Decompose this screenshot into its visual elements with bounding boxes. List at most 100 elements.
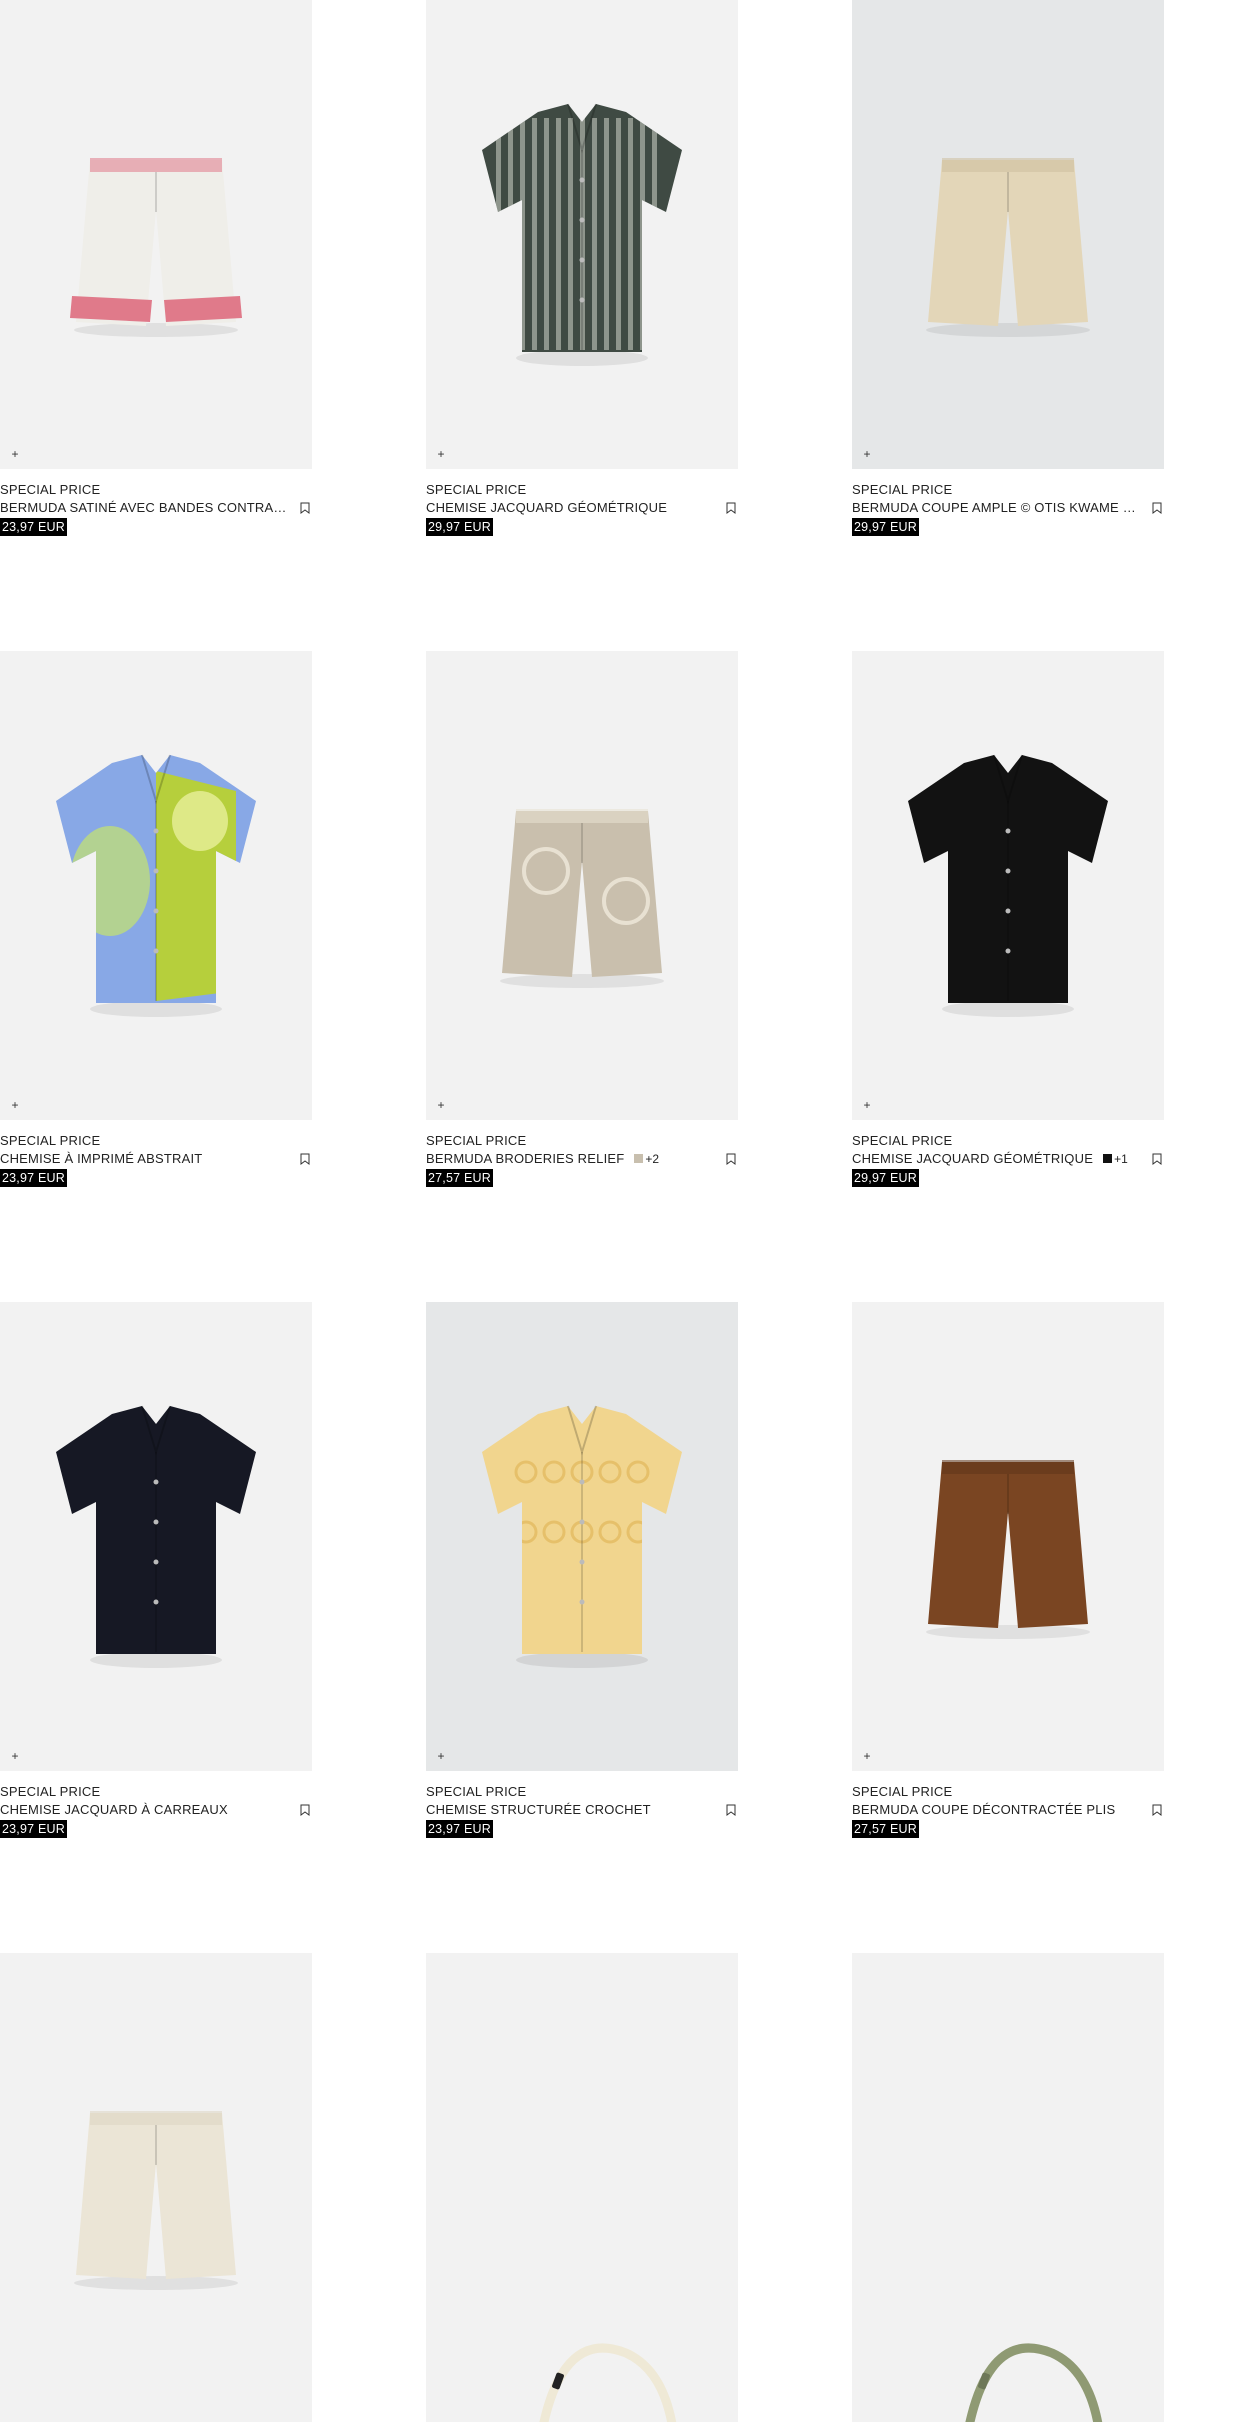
product-name-row: BERMUDA COUPE AMPLE © OTIS KWAME KYE QUA… xyxy=(852,498,1164,517)
product-name[interactable]: BERMUDA SATINÉ AVEC BANDES CONTRASTÉES xyxy=(0,499,290,516)
shorts-icon xyxy=(70,158,242,337)
shorts-icon xyxy=(926,1460,1090,1639)
product-name-row: BERMUDA BRODERIES RELIEF +2 xyxy=(426,1149,738,1168)
product-name[interactable]: BERMUDA COUPE DÉCONTRACTÉE PLIS xyxy=(852,1801,1115,1818)
product-card[interactable]: + SPECIAL PRICE CHEMISE JACQUARD GÉOMÉTRIQ… xyxy=(426,0,738,571)
product-name[interactable]: BERMUDA BRODERIES RELIEF xyxy=(426,1150,624,1167)
product-image[interactable]: + xyxy=(852,0,1164,469)
product-name[interactable]: BERMUDA COUPE AMPLE © OTIS KWAME KYE QUA… xyxy=(852,499,1142,516)
product-name-row: BERMUDA SATINÉ AVEC BANDES CONTRASTÉES xyxy=(0,498,312,517)
shirt-icon xyxy=(56,1405,256,1668)
product-price: 29,97 EUR xyxy=(852,1169,919,1187)
product-info: SPECIAL PRICE BERMUDA COUPE AMPLE © OTIS … xyxy=(852,469,1164,571)
promo-tag: SPECIAL PRICE xyxy=(852,1784,953,1799)
product-name-row: CHEMISE JACQUARD À CARREAUX xyxy=(0,1800,312,1819)
color-swatch[interactable] xyxy=(1103,1154,1113,1163)
promo-tag: SPECIAL PRICE xyxy=(852,482,953,497)
more-colors-count[interactable]: +2 xyxy=(645,1152,659,1166)
shorts-icon xyxy=(74,2111,238,2290)
product-card[interactable] xyxy=(852,1953,1164,2422)
product-name[interactable]: CHEMISE STRUCTURÉE CROCHET xyxy=(426,1801,651,1818)
product-card[interactable]: + SPECIAL PRICE CHEMISE À IMPRIMÉ ABSTRAIT… xyxy=(0,651,312,1222)
product-card[interactable] xyxy=(426,1953,738,2422)
plus-icon[interactable]: + xyxy=(8,447,22,461)
plus-icon[interactable]: + xyxy=(434,1749,448,1763)
promo-tag: SPECIAL PRICE xyxy=(0,1784,101,1799)
bookmark-icon[interactable] xyxy=(300,501,310,514)
shirt-icon xyxy=(56,754,256,1017)
plus-icon[interactable]: + xyxy=(434,1098,448,1112)
product-image[interactable]: + xyxy=(426,651,738,1120)
product-info: SPECIAL PRICE CHEMISE JACQUARD GÉOMÉTRIQU… xyxy=(852,1120,1164,1222)
product-info: SPECIAL PRICE BERMUDA SATINÉ AVEC BANDES … xyxy=(0,469,312,571)
bookmark-icon[interactable] xyxy=(726,501,736,514)
bookmark-icon[interactable] xyxy=(1152,1152,1162,1165)
bookmark-icon[interactable] xyxy=(1152,501,1162,514)
product-name-row: BERMUDA COUPE DÉCONTRACTÉE PLIS xyxy=(852,1800,1164,1819)
shorts-icon xyxy=(500,809,664,988)
promo-tag: SPECIAL PRICE xyxy=(426,1784,527,1799)
product-card[interactable]: + SPECIAL PRICE CHEMISE JACQUARD GÉOMÉTRIQ… xyxy=(852,651,1164,1222)
bookmark-icon[interactable] xyxy=(726,1152,736,1165)
bookmark-icon[interactable] xyxy=(726,1803,736,1816)
product-image[interactable]: + xyxy=(852,651,1164,1120)
plus-icon[interactable]: + xyxy=(860,1749,874,1763)
product-image[interactable]: + xyxy=(0,0,312,469)
bookmark-icon[interactable] xyxy=(300,1152,310,1165)
product-name[interactable]: CHEMISE JACQUARD GÉOMÉTRIQUE xyxy=(852,1150,1093,1167)
product-card[interactable]: + SPECIAL PRICE BERMUDA SATINÉ AVEC BANDES… xyxy=(0,0,312,571)
product-price: 23,97 EUR xyxy=(0,1820,67,1838)
product-price: 27,57 EUR xyxy=(852,1820,919,1838)
product-price: 29,97 EUR xyxy=(852,518,919,536)
product-price: 23,97 EUR xyxy=(0,1169,67,1187)
bookmark-icon[interactable] xyxy=(1152,1803,1162,1816)
bag-strap-icon xyxy=(539,2343,677,2422)
promo-tag: SPECIAL PRICE xyxy=(0,1133,101,1148)
product-card[interactable]: + SPECIAL PRICE CHEMISE JACQUARD À CARREAU… xyxy=(0,1302,312,1873)
promo-tag: SPECIAL PRICE xyxy=(426,482,527,497)
product-price: 29,97 EUR xyxy=(426,518,493,536)
product-price: 23,97 EUR xyxy=(0,518,67,536)
shorts-icon xyxy=(926,158,1090,337)
product-name-row: CHEMISE À IMPRIMÉ ABSTRAIT xyxy=(0,1149,312,1168)
product-name[interactable]: CHEMISE JACQUARD À CARREAUX xyxy=(0,1801,228,1818)
plus-icon[interactable]: + xyxy=(860,447,874,461)
product-info: SPECIAL PRICE CHEMISE JACQUARD À CARREAUX… xyxy=(0,1771,312,1873)
product-info: SPECIAL PRICE CHEMISE STRUCTURÉE CROCHET 2… xyxy=(426,1771,738,1873)
promo-tag: SPECIAL PRICE xyxy=(426,1133,527,1148)
color-swatch[interactable] xyxy=(634,1154,644,1163)
product-name-row: CHEMISE JACQUARD GÉOMÉTRIQUE +1 xyxy=(852,1149,1164,1168)
product-info: SPECIAL PRICE BERMUDA BRODERIES RELIEF +2 2… xyxy=(426,1120,738,1222)
shirt-icon xyxy=(482,103,682,366)
plus-icon[interactable]: + xyxy=(860,1098,874,1112)
product-info: SPECIAL PRICE CHEMISE À IMPRIMÉ ABSTRAIT 2… xyxy=(0,1120,312,1222)
plus-icon[interactable]: + xyxy=(434,447,448,461)
product-image[interactable] xyxy=(0,1953,312,2422)
product-info: SPECIAL PRICE BERMUDA COUPE DÉCONTRACTÉE … xyxy=(852,1771,1164,1873)
product-image[interactable] xyxy=(852,1953,1164,2422)
promo-tag: SPECIAL PRICE xyxy=(0,482,101,497)
shirt-icon xyxy=(908,754,1108,1017)
product-card[interactable]: + SPECIAL PRICE BERMUDA COUPE AMPLE © OTIS… xyxy=(852,0,1164,571)
product-card[interactable] xyxy=(0,1953,312,2422)
product-image[interactable]: + xyxy=(852,1302,1164,1771)
product-card[interactable]: + SPECIAL PRICE BERMUDA BRODERIES RELIEF +2… xyxy=(426,651,738,1222)
more-colors-count[interactable]: +1 xyxy=(1114,1152,1128,1166)
bookmark-icon[interactable] xyxy=(300,1803,310,1816)
product-image[interactable]: + xyxy=(426,1302,738,1771)
promo-tag: SPECIAL PRICE xyxy=(852,1133,953,1148)
product-name-row: CHEMISE JACQUARD GÉOMÉTRIQUE xyxy=(426,498,738,517)
plus-icon[interactable]: + xyxy=(8,1098,22,1112)
product-image[interactable]: + xyxy=(426,0,738,469)
bag-strap-icon xyxy=(965,2343,1103,2422)
plus-icon[interactable]: + xyxy=(8,1749,22,1763)
product-name-row: CHEMISE STRUCTURÉE CROCHET xyxy=(426,1800,738,1819)
product-image[interactable]: + xyxy=(0,651,312,1120)
product-card[interactable]: + SPECIAL PRICE CHEMISE STRUCTURÉE CROCHET… xyxy=(426,1302,738,1873)
product-image[interactable] xyxy=(426,1953,738,2422)
product-image[interactable]: + xyxy=(0,1302,312,1771)
product-card[interactable]: + SPECIAL PRICE BERMUDA COUPE DÉCONTRACTÉE… xyxy=(852,1302,1164,1873)
product-name[interactable]: CHEMISE À IMPRIMÉ ABSTRAIT xyxy=(0,1150,202,1167)
product-name[interactable]: CHEMISE JACQUARD GÉOMÉTRIQUE xyxy=(426,499,667,516)
product-info: SPECIAL PRICE CHEMISE JACQUARD GÉOMÉTRIQU… xyxy=(426,469,738,571)
